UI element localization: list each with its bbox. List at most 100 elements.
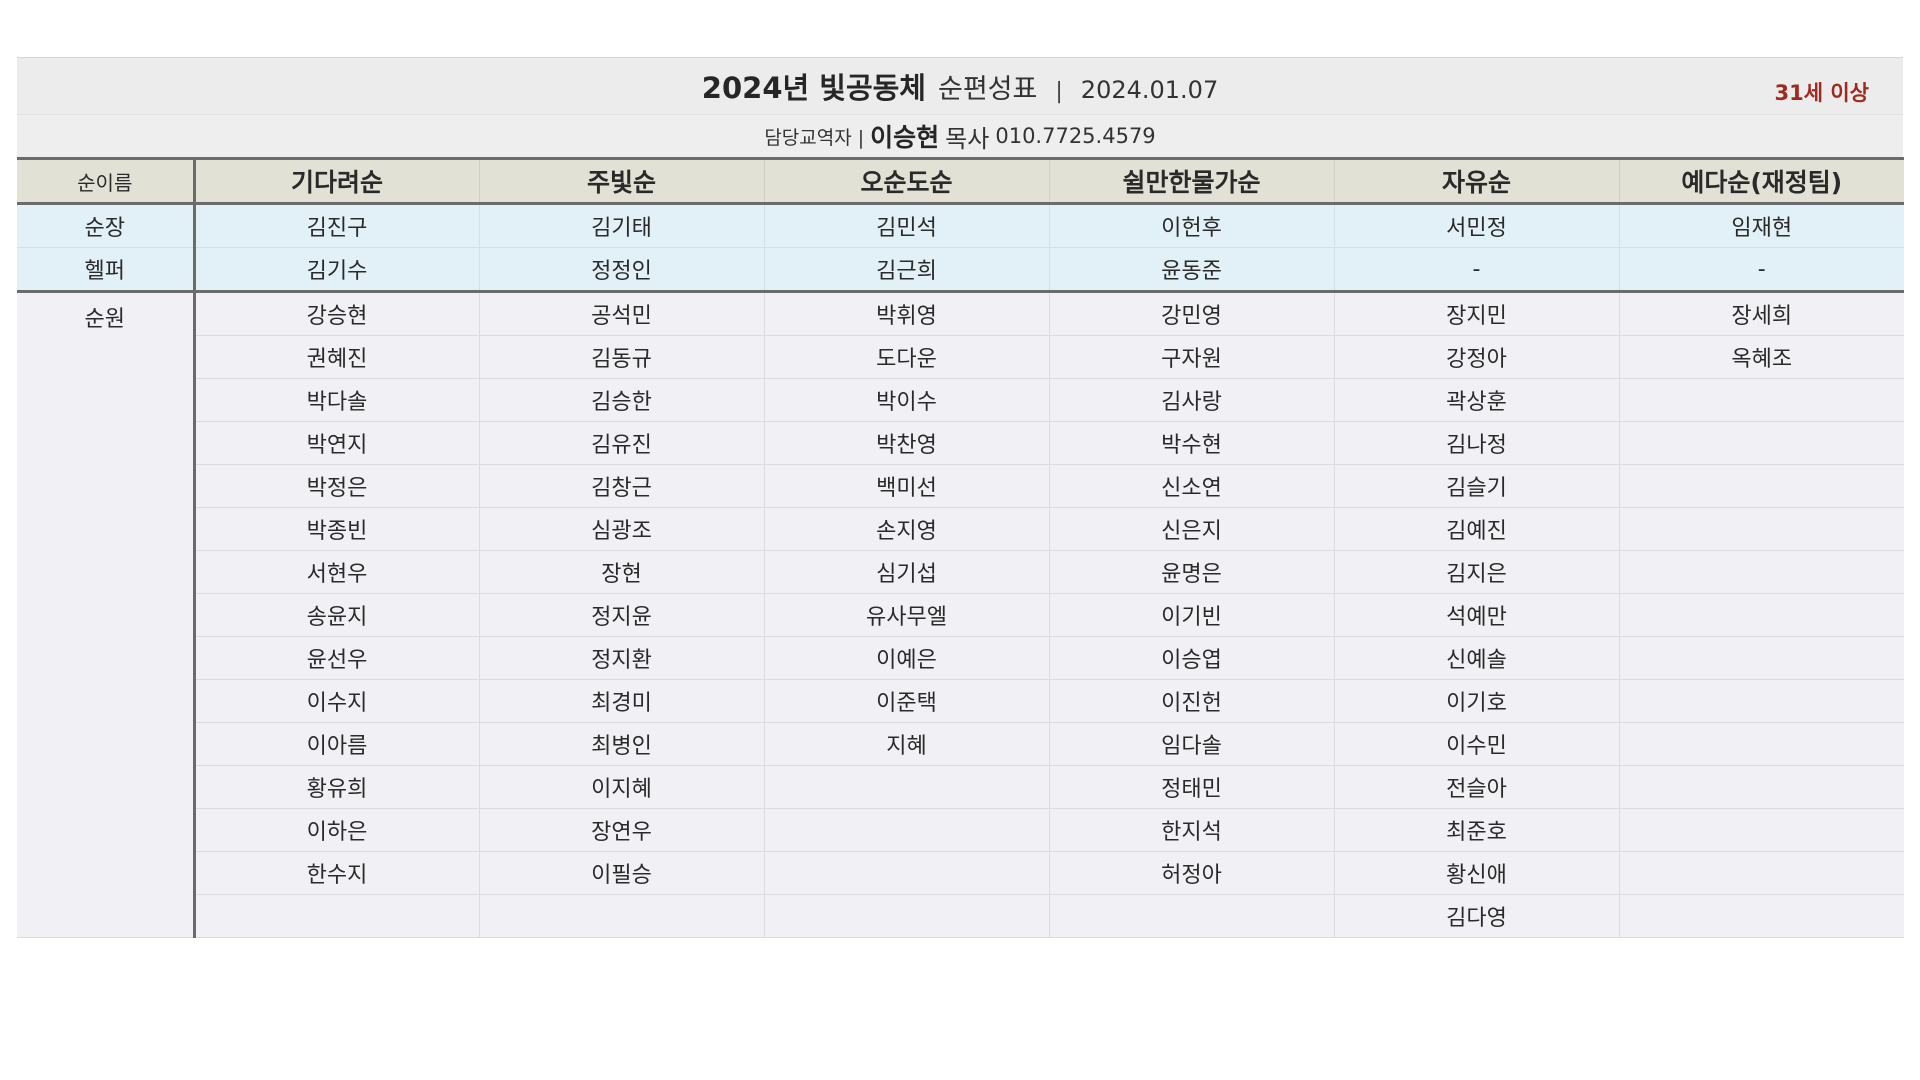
table-row: 순장 김진구 김기태 김민석 이헌후 서민정 임재현 (17, 203, 1904, 248)
table-row: 윤선우 정지환 이예은 이승엽 신예솔 (17, 636, 1904, 680)
name-cell: 이지혜 (478, 765, 764, 809)
name-cell: 박정은 (192, 464, 479, 508)
table-row: 황유희 이지혜 정태민 전슬아 (17, 765, 1904, 809)
name-cell: 신은지 (1048, 507, 1334, 551)
name-cell (478, 894, 764, 938)
name-cell (1618, 765, 1904, 809)
name-cell (763, 765, 1049, 809)
contact-name: 이승현 (870, 123, 940, 152)
name-cell: 이기빈 (1048, 593, 1334, 637)
name-cell: 전슬아 (1333, 765, 1619, 809)
name-cell: - (1618, 247, 1904, 293)
name-cell: 이필승 (478, 851, 764, 895)
name-cell: 신예솔 (1333, 636, 1619, 680)
table-row: 이하은 장연우 한지석 최준호 (17, 808, 1904, 852)
contact-label: 담당교역자 | (764, 126, 865, 149)
page-title: 2024년 빛공동체 순편성표 | 2024.01.07 (702, 65, 1218, 107)
name-cell: 김기태 (478, 203, 764, 248)
name-cell: 석예만 (1333, 593, 1619, 637)
name-cell: 김승한 (478, 378, 764, 422)
name-cell (763, 851, 1049, 895)
table-row: 박정은 김창근 백미선 신소연 김슬기 (17, 464, 1904, 508)
name-cell: 윤명은 (1048, 550, 1334, 594)
name-cell: 이하은 (192, 808, 479, 852)
role-cell: 헬퍼 (17, 247, 194, 293)
name-cell: 김기수 (192, 247, 479, 293)
name-cell: 한수지 (192, 851, 479, 895)
name-cell: 이승엽 (1048, 636, 1334, 680)
name-cell: 장연우 (478, 808, 764, 852)
column-header: 자유순 (1333, 157, 1619, 205)
name-cell: 김슬기 (1333, 464, 1619, 508)
corner-label: 순이름 (17, 157, 194, 205)
name-cell (763, 808, 1049, 852)
title-sub: 순편성표 (938, 74, 1038, 105)
contact-title: 목사 (945, 124, 990, 153)
name-cell: 김민석 (763, 203, 1049, 248)
name-cell: 이기호 (1333, 679, 1619, 723)
name-cell: 백미선 (763, 464, 1049, 508)
name-cell (1618, 679, 1904, 723)
name-cell (763, 894, 1049, 938)
name-cell (1618, 722, 1904, 766)
name-cell: 윤동준 (1048, 247, 1334, 293)
title-main: 2024년 빛공동체 (701, 71, 926, 105)
name-cell: 한지석 (1048, 808, 1334, 852)
name-cell: 이아름 (192, 722, 479, 766)
name-cell: 박휘영 (763, 291, 1049, 336)
name-cell: 강민영 (1048, 291, 1334, 336)
column-header: 오순도순 (763, 157, 1049, 205)
name-cell (1618, 636, 1904, 680)
name-cell: 김예진 (1333, 507, 1619, 551)
name-cell: 손지영 (763, 507, 1049, 551)
name-cell: 장세희 (1618, 291, 1904, 336)
name-cell: 권혜진 (192, 335, 479, 379)
name-cell: 이헌후 (1048, 203, 1334, 248)
leaders-section: 순장 김진구 김기태 김민석 이헌후 서민정 임재현 헬퍼 김기수 정정인 김근희 윤동준 - - (17, 203, 1904, 293)
name-cell: 지혜 (763, 722, 1049, 766)
table-row: 한수지 이필승 허정아 황신애 (17, 851, 1904, 895)
title-row: 2024년 빛공동체 순편성표 | 2024.01.07 31세 이상 (17, 58, 1903, 115)
name-cell: 이예은 (763, 636, 1049, 680)
column-header: 쉴만한물가순 (1048, 157, 1334, 205)
roster-sheet: 2024년 빛공동체 순편성표 | 2024.01.07 31세 이상 담당교역… (17, 57, 1904, 938)
name-cell: 공석민 (478, 291, 764, 336)
name-cell: 옥혜조 (1618, 335, 1904, 379)
name-cell: 심광조 (478, 507, 764, 551)
name-cell: 김사랑 (1048, 378, 1334, 422)
name-cell: 윤선우 (192, 636, 479, 680)
name-cell: 장현 (478, 550, 764, 594)
name-cell: 정지윤 (478, 593, 764, 637)
name-cell (1618, 378, 1904, 422)
title-date: 2024.01.07 (1080, 76, 1219, 104)
name-cell: 유사무엘 (763, 593, 1049, 637)
name-cell: 최준호 (1333, 808, 1619, 852)
name-cell: 이수민 (1333, 722, 1619, 766)
role-cell: 순장 (17, 203, 194, 248)
table-header-row: 순이름 기다려순 주빛순 오순도순 쉴만한물가순 자유순 예다순(재정팀) (17, 157, 1904, 205)
column-header: 기다려순 (192, 157, 479, 205)
name-cell: 김유진 (478, 421, 764, 465)
name-cell: 박찬영 (763, 421, 1049, 465)
name-cell: 강정아 (1333, 335, 1619, 379)
table-row: 박연지 김유진 박찬영 박수현 김나정 (17, 421, 1904, 465)
name-cell (1618, 593, 1904, 637)
name-cell: 이수지 (192, 679, 479, 723)
name-cell: 김지은 (1333, 550, 1619, 594)
name-cell: 박수현 (1048, 421, 1334, 465)
name-cell (1618, 808, 1904, 852)
name-cell (1048, 894, 1334, 938)
name-cell: - (1333, 247, 1619, 293)
age-badge: 31세 이상 (1774, 81, 1870, 105)
table-row: 서현우 장현 심기섭 윤명은 김지은 (17, 550, 1904, 594)
column-header: 예다순(재정팀) (1618, 157, 1904, 205)
name-cell: 강승현 (192, 291, 479, 336)
name-cell: 서민정 (1333, 203, 1619, 248)
name-cell: 서현우 (192, 550, 479, 594)
name-cell: 박연지 (192, 421, 479, 465)
name-cell: 장지민 (1333, 291, 1619, 336)
name-cell: 최경미 (478, 679, 764, 723)
name-cell: 김나정 (1333, 421, 1619, 465)
name-cell: 임다솔 (1048, 722, 1334, 766)
table-row: 송윤지 정지윤 유사무엘 이기빈 석예만 (17, 593, 1904, 637)
